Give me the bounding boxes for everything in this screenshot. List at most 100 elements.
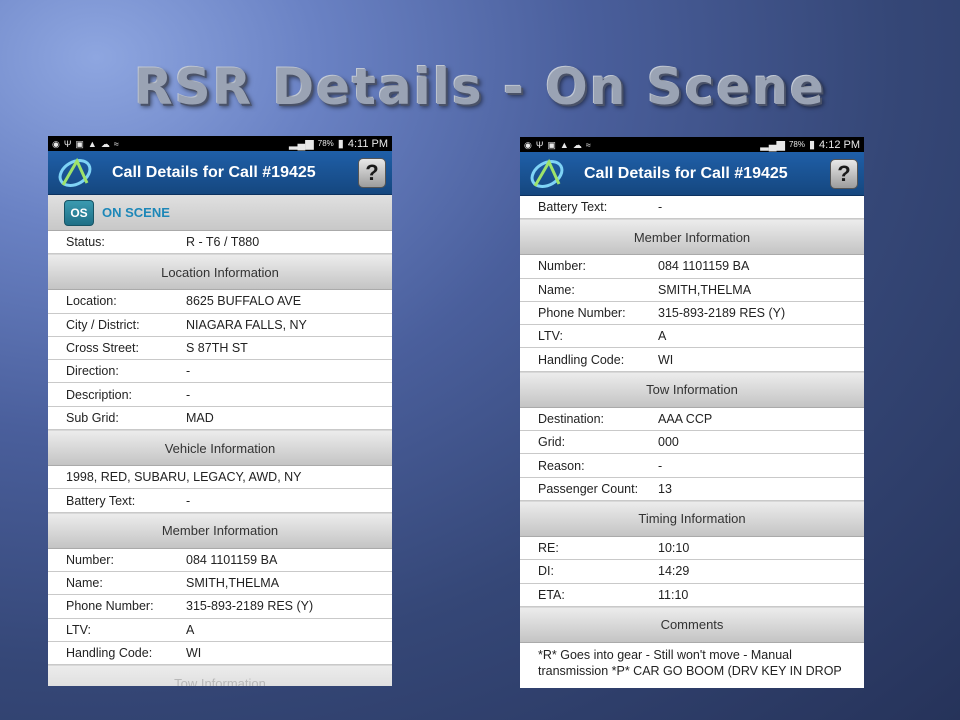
status-bar: ◉ Ψ ▣ ▲ ☁ ≈ ▂▄▆ 78% ▮ 4:11 PM — [48, 136, 392, 151]
row-value: 1998, RED, SUBARU, LEGACY, AWD, NY — [66, 470, 302, 485]
section-header-tow-partial[interactable]: Tow Information — [48, 665, 392, 686]
row-label: Sub Grid: — [66, 410, 119, 425]
row-value: NIAGARA FALLS, NY — [186, 317, 307, 332]
location-icon: ◉ — [52, 138, 60, 149]
row-label: Description: — [66, 387, 132, 402]
row-label: ETA: — [538, 587, 565, 602]
row-value: S 87TH ST — [186, 341, 248, 356]
row-value: WI — [186, 646, 202, 660]
wifi-icon: ≈ — [585, 139, 591, 150]
section-header-location[interactable]: Location Information — [48, 254, 392, 291]
help-button[interactable]: ? — [830, 158, 858, 189]
detail-row-direction: Direction: - — [48, 360, 392, 384]
row-label: Cross Street: — [66, 341, 139, 356]
status-time: 4:11 PM — [347, 137, 388, 150]
detail-row-city: City / District: NIAGARA FALLS, NY — [48, 313, 392, 337]
row-value: - — [186, 493, 191, 508]
row-value: 084 1101159 BA — [186, 552, 278, 567]
cloud-upload-icon: ☁ — [572, 139, 582, 150]
detail-row-handling-code: Handling Code: WI — [520, 348, 864, 372]
row-value: 000 — [658, 435, 679, 450]
section-header-comments[interactable]: Comments — [520, 606, 864, 643]
row-value: AAA CCP — [658, 411, 713, 426]
usb-icon: Ψ — [63, 138, 72, 149]
detail-row-number: Number: 084 1101159 BA — [520, 255, 864, 279]
on-scene-banner: OS ON SCENE — [48, 195, 392, 231]
row-label: Number: — [538, 259, 586, 274]
row-label: Battery Text: — [538, 200, 608, 215]
row-label: Grid: — [538, 435, 566, 450]
row-label: Handling Code: — [66, 646, 153, 660]
row-label: LTV: — [538, 329, 564, 344]
row-value: 11:10 — [658, 587, 689, 602]
row-value: A — [186, 622, 195, 637]
row-label: Handling Code: — [538, 352, 625, 367]
battery-icon: ▮ — [337, 138, 344, 150]
section-header-vehicle[interactable]: Vehicle Information — [48, 430, 392, 467]
section-header-member[interactable]: Member Information — [48, 512, 392, 549]
row-label: Status: — [66, 235, 105, 250]
detail-row-re: RE: 10:10 — [520, 536, 864, 561]
section-header-tow[interactable]: Tow Information — [520, 371, 864, 408]
usb-icon: Ψ — [535, 139, 544, 150]
row-label: Phone Number: — [66, 599, 154, 614]
app-bar: Call Details for Call #19425 ? — [520, 152, 864, 196]
detail-row-vehicle-description: 1998, RED, SUBARU, LEGACY, AWD, NY — [48, 466, 392, 490]
os-status-badge: OS — [64, 199, 94, 226]
signal-icon: ▂▄▆ — [760, 139, 785, 151]
row-label: City / District: — [66, 317, 140, 332]
row-value: SMITH,THELMA — [186, 576, 280, 591]
image-icon: ▣ — [75, 138, 84, 149]
page-title: Call Details for Call #19425 — [112, 163, 316, 181]
detail-row-status: Status: R - T6 / T880 — [48, 231, 392, 255]
row-label: Name: — [538, 282, 575, 297]
status-time: 4:12 PM — [819, 138, 860, 151]
detail-row-battery-text: Battery Text: - — [48, 489, 392, 513]
location-icon: ◉ — [524, 139, 532, 150]
row-value: 8625 BUFFALO AVE — [186, 294, 302, 309]
detail-row-handling-code: Handling Code: WI — [48, 641, 392, 666]
status-bar: ◉ Ψ ▣ ▲ ☁ ≈ ▂▄▆ 78% ▮ 4:12 PM — [520, 137, 864, 152]
row-value: - — [658, 200, 663, 215]
row-label: Reason: — [538, 458, 585, 473]
row-value: R - T6 / T880 — [186, 235, 260, 250]
detail-row-ltv: LTV: A — [48, 618, 392, 642]
row-value: A — [658, 329, 667, 344]
details-list: OS ON SCENE Status: R - T6 / T880 Locati… — [48, 195, 392, 686]
row-label: Number: — [66, 552, 114, 567]
help-button[interactable]: ? — [358, 157, 386, 188]
detail-row-number: Number: 084 1101159 BA — [48, 548, 392, 572]
row-label: RE: — [538, 541, 559, 556]
detail-row-description: Description: - — [48, 383, 392, 407]
row-value: 14:29 — [658, 564, 690, 579]
detail-row-battery-text: Battery Text: - — [520, 196, 864, 220]
row-label: Location: — [66, 294, 117, 309]
section-header-member[interactable]: Member Information — [520, 219, 864, 256]
row-label: Destination: — [538, 411, 605, 426]
phone-screenshot-left: ◉ Ψ ▣ ▲ ☁ ≈ ▂▄▆ 78% ▮ 4:11 PM Call Detai… — [48, 136, 392, 686]
comments-text: *R* Goes into gear - Still won't move - … — [520, 643, 864, 683]
detail-row-di: DI: 14:29 — [520, 560, 864, 584]
battery-percent: 78% — [317, 139, 334, 148]
battery-percent: 78% — [788, 140, 805, 149]
row-value: 10:10 — [658, 541, 690, 556]
row-value: - — [186, 364, 191, 379]
detail-row-grid: Grid: 000 — [520, 431, 864, 455]
row-value: 315-893-2189 RES (Y) — [658, 306, 786, 321]
app-logo-icon[interactable] — [48, 151, 102, 195]
image-icon: ▣ — [547, 139, 556, 150]
detail-row-cross-street: Cross Street: S 87TH ST — [48, 336, 392, 361]
slide-title: RSR Details - On Scene — [134, 58, 826, 116]
warning-icon: ▲ — [87, 138, 97, 149]
app-logo-icon[interactable] — [520, 152, 574, 196]
wifi-icon: ≈ — [113, 138, 119, 149]
app-bar: Call Details for Call #19425 ? — [48, 151, 392, 195]
comment-line: transmission *P* CAR GO BOOM (DRV KEY IN… — [538, 663, 842, 678]
status-label: ON SCENE — [102, 205, 170, 220]
detail-row-passenger-count: Passenger Count: 13 — [520, 477, 864, 501]
row-value: 315-893-2189 RES (Y) — [186, 599, 314, 614]
section-header-timing[interactable]: Timing Information — [520, 500, 864, 537]
signal-icon: ▂▄▆ — [289, 138, 314, 150]
detail-row-phone-number: Phone Number: 315-893-2189 RES (Y) — [520, 301, 864, 326]
row-value: SMITH,THELMA — [658, 282, 752, 297]
